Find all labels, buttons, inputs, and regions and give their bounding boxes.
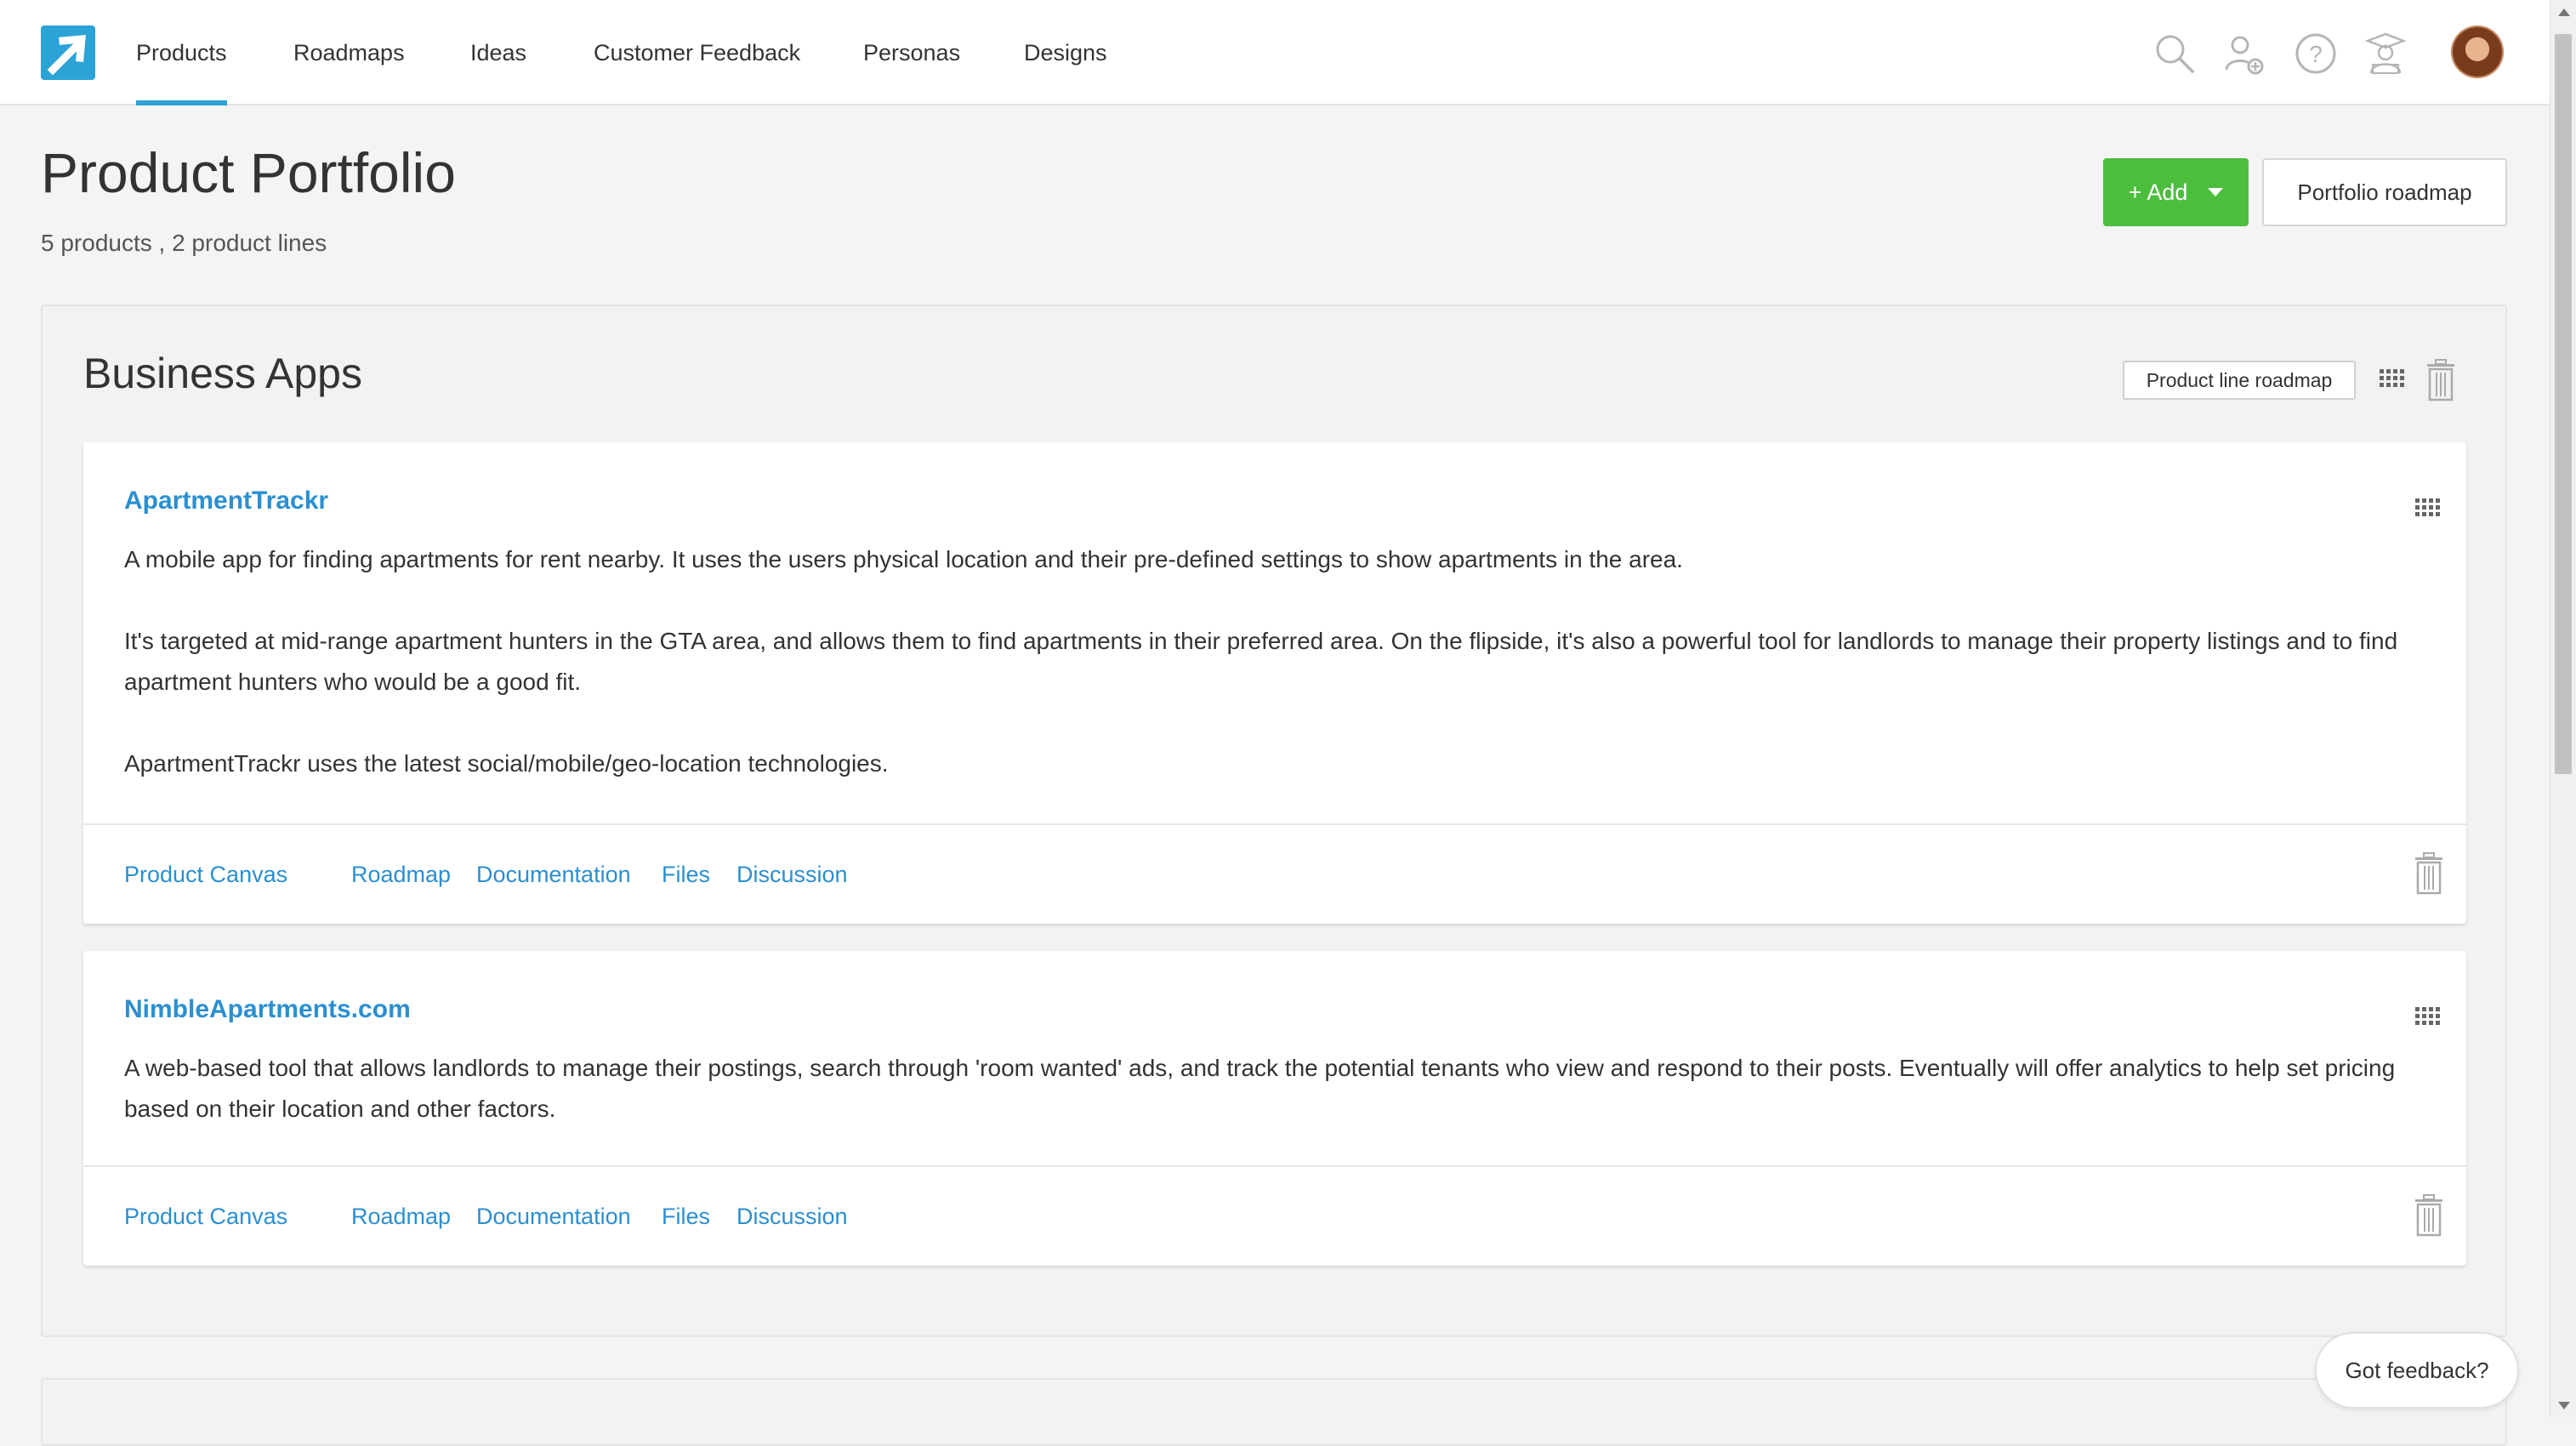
add-button-label: + Add — [2128, 179, 2188, 205]
documentation-link[interactable]: Documentation — [476, 825, 631, 924]
caret-down-icon — [2208, 188, 2224, 196]
description-paragraph: It's targeted at mid-range apartment hun… — [124, 628, 2398, 695]
scrollbar-thumb[interactable] — [2555, 34, 2572, 774]
nav-item-designs[interactable]: Designs — [1024, 0, 1107, 105]
files-link[interactable]: Files — [662, 1167, 710, 1266]
drag-handle-grid-icon[interactable] — [2412, 1004, 2441, 1033]
nav-item-personas[interactable]: Personas — [863, 0, 960, 105]
discussion-link[interactable]: Discussion — [736, 1167, 848, 1266]
trash-icon[interactable] — [2424, 359, 2458, 401]
page-subtitle: 5 products , 2 product lines — [41, 230, 327, 256]
scroll-up-arrow-icon[interactable] — [2558, 9, 2570, 16]
product-name-link[interactable]: ApartmentTrackr — [124, 487, 328, 515]
product-description: A web-based tool that allows landlords t… — [124, 1048, 2420, 1130]
product-line-roadmap-button[interactable]: Product line roadmap — [2123, 361, 2356, 400]
trash-icon[interactable] — [2412, 1194, 2446, 1237]
page-title: Product Portfolio — [41, 141, 456, 204]
product-canvas-link[interactable]: Product Canvas — [124, 1167, 287, 1266]
product-description: A mobile app for finding apartments for … — [124, 539, 2420, 784]
feedback-button[interactable]: Got feedback? — [2315, 1332, 2519, 1409]
drag-handle-grid-icon[interactable] — [2412, 495, 2441, 524]
product-card: ApartmentTrackr A mobile app for finding… — [83, 442, 2466, 924]
nav-item-customer-feedback[interactable]: Customer Feedback — [594, 0, 800, 105]
nav-item-products[interactable]: Products — [136, 0, 227, 105]
add-button[interactable]: + Add — [2103, 158, 2249, 226]
product-line-panel — [41, 1378, 2507, 1446]
product-card-footer: Product Canvas Roadmap Documentation Fil… — [83, 1165, 2466, 1266]
description-paragraph: ApartmentTrackr uses the latest social/m… — [124, 750, 889, 777]
discussion-link[interactable]: Discussion — [736, 825, 848, 924]
product-line-panel: Business Apps Product line roadmap Apart… — [41, 305, 2507, 1337]
product-card: NimbleApartments.com A web-based tool th… — [83, 951, 2466, 1266]
add-user-icon[interactable] — [2221, 31, 2267, 77]
app-logo-icon[interactable] — [41, 26, 95, 80]
nav-item-ideas[interactable]: Ideas — [470, 0, 526, 105]
help-icon[interactable]: ? — [2293, 31, 2339, 77]
portfolio-roadmap-button[interactable]: Portfolio roadmap — [2262, 158, 2507, 226]
drag-handle-grid-icon[interactable] — [2376, 366, 2405, 395]
user-avatar[interactable] — [2451, 26, 2504, 78]
scroll-down-arrow-icon[interactable] — [2558, 1402, 2570, 1409]
trash-icon[interactable] — [2412, 852, 2446, 895]
roadmap-link[interactable]: Roadmap — [351, 825, 451, 924]
top-navigation-bar: Products Roadmaps Ideas Customer Feedbac… — [0, 0, 2550, 105]
documentation-link[interactable]: Documentation — [476, 1167, 631, 1266]
description-paragraph: A mobile app for finding apartments for … — [124, 546, 1683, 572]
roadmap-link[interactable]: Roadmap — [351, 1167, 451, 1266]
product-name-link[interactable]: NimbleApartments.com — [124, 995, 411, 1024]
academy-icon[interactable] — [2363, 31, 2408, 77]
svg-text:?: ? — [2309, 41, 2323, 67]
nav-item-roadmaps[interactable]: Roadmaps — [293, 0, 405, 105]
product-line-title: Business Apps — [83, 350, 362, 397]
search-icon[interactable] — [2152, 31, 2198, 77]
vertical-scrollbar[interactable] — [2550, 0, 2576, 1417]
files-link[interactable]: Files — [662, 825, 710, 924]
product-canvas-link[interactable]: Product Canvas — [124, 825, 287, 924]
product-card-footer: Product Canvas Roadmap Documentation Fil… — [83, 823, 2466, 924]
description-paragraph: A web-based tool that allows landlords t… — [124, 1055, 2396, 1122]
